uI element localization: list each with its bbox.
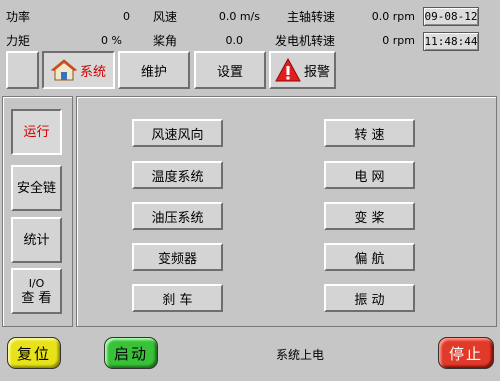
- menu-rotation-speed-label: 转 速: [354, 127, 385, 143]
- sidebar-panel: 运行 安全链 统计 I/O 查 看: [2, 96, 73, 327]
- menu-vibration-label: 振 动: [354, 292, 385, 308]
- menu-oil-pressure-system-label: 油压系统: [151, 210, 204, 226]
- tab-alarm-label: 报警: [303, 64, 330, 80]
- reset-button-label: 复位: [16, 344, 51, 363]
- torque-value: 0 %: [101, 34, 122, 47]
- tab-maintenance-label: 维护: [140, 64, 167, 80]
- menu-temperature-system-label: 温度系统: [151, 169, 204, 185]
- sidebar-item-statistics-label: 统计: [23, 232, 50, 248]
- wind-speed-value: 0.0 m/s: [218, 10, 260, 23]
- power-value: 0: [123, 10, 130, 23]
- menu-inverter[interactable]: 变频器: [132, 243, 223, 271]
- sidebar-item-safety-chain-label: 安全链: [16, 180, 56, 196]
- tab-system[interactable]: 系统: [42, 51, 115, 89]
- tab-maintenance[interactable]: 维护: [118, 51, 190, 89]
- start-button[interactable]: 启动: [104, 337, 158, 369]
- tab-settings[interactable]: 设置: [194, 51, 266, 89]
- time-display: 11:48:44: [423, 32, 479, 51]
- house-icon: [50, 58, 78, 82]
- menu-brake[interactable]: 刹 车: [132, 284, 223, 312]
- menu-brake-label: 刹 车: [162, 292, 193, 308]
- menu-vibration[interactable]: 振 动: [324, 284, 415, 312]
- sidebar-item-run-label: 运行: [23, 124, 50, 140]
- sidebar-item-io-label: I/O: [28, 277, 45, 290]
- menu-grid[interactable]: 电 网: [324, 161, 415, 189]
- reset-button[interactable]: 复位: [7, 337, 61, 369]
- sidebar-item-statistics[interactable]: 统计: [11, 217, 62, 263]
- wind-speed-label: 风速: [153, 10, 178, 24]
- generator-speed-value: 0 rpm: [382, 34, 415, 47]
- pitch-angle-label: 桨角: [153, 34, 178, 48]
- main-panel: 风速风向 温度系统 油压系统 变频器 刹 车 转 速 电 网 变 桨 偏 航 振…: [76, 96, 497, 327]
- pitch-angle-value: 0.0: [225, 34, 244, 47]
- blank-button[interactable]: [6, 51, 39, 89]
- menu-pitch-label: 变 桨: [354, 210, 385, 226]
- warning-triangle-icon: [275, 57, 301, 82]
- menu-inverter-label: 变频器: [157, 251, 197, 267]
- sidebar-item-io-view[interactable]: I/O 查 看: [11, 268, 62, 314]
- main-shaft-speed-label: 主轴转速: [287, 10, 336, 24]
- sidebar-item-view-label: 查 看: [21, 291, 52, 306]
- main-shaft-speed-value: 0.0 rpm: [371, 10, 415, 23]
- sidebar-item-run[interactable]: 运行: [11, 109, 62, 155]
- generator-speed-label: 发电机转速: [275, 34, 336, 48]
- stop-button-label: 停止: [448, 344, 483, 363]
- tab-system-label: 系统: [79, 64, 106, 80]
- system-status-text: 系统上电: [276, 348, 325, 362]
- menu-temperature-system[interactable]: 温度系统: [132, 161, 223, 189]
- tab-alarm[interactable]: 报警: [269, 51, 336, 89]
- menu-pitch[interactable]: 变 桨: [324, 202, 415, 230]
- menu-oil-pressure-system[interactable]: 油压系统: [132, 202, 223, 230]
- stop-button[interactable]: 停止: [438, 337, 494, 369]
- menu-wind-speed-direction-label: 风速风向: [151, 127, 204, 143]
- date-display: 09-08-12: [423, 7, 479, 26]
- menu-rotation-speed[interactable]: 转 速: [324, 119, 415, 147]
- start-button-label: 启动: [113, 344, 148, 363]
- menu-yaw-label: 偏 航: [354, 251, 385, 267]
- sidebar-item-safety-chain[interactable]: 安全链: [11, 165, 62, 211]
- tab-settings-label: 设置: [216, 64, 243, 80]
- power-label: 功率: [6, 10, 31, 24]
- menu-wind-speed-direction[interactable]: 风速风向: [132, 119, 223, 147]
- menu-yaw[interactable]: 偏 航: [324, 243, 415, 271]
- torque-label: 力矩: [6, 34, 31, 48]
- menu-grid-label: 电 网: [354, 169, 385, 185]
